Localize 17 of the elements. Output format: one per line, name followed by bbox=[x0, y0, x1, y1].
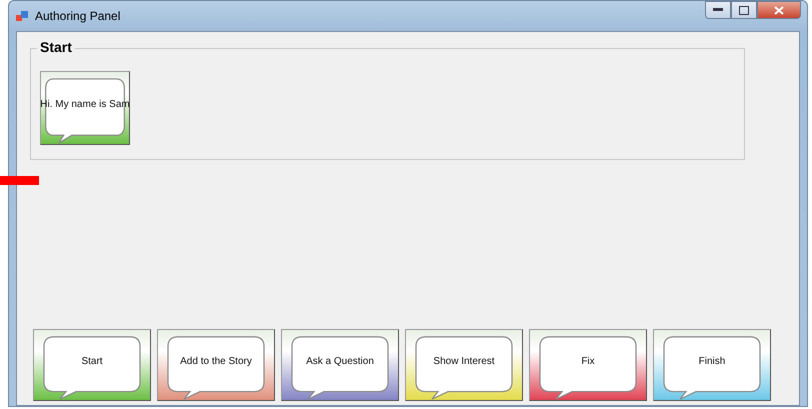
close-icon bbox=[774, 6, 784, 14]
marker-bar bbox=[0, 176, 39, 185]
minimize-icon bbox=[713, 8, 723, 12]
speech-button[interactable]: Fix bbox=[529, 329, 647, 401]
app-icon bbox=[15, 9, 29, 23]
speech-button[interactable]: Show Interest bbox=[405, 329, 523, 401]
maximize-button[interactable] bbox=[731, 1, 757, 19]
close-button[interactable] bbox=[757, 1, 801, 19]
speech-button[interactable]: Add to the Story bbox=[157, 329, 275, 401]
group-title: Start bbox=[37, 39, 75, 55]
window-title: Authoring Panel bbox=[35, 9, 120, 23]
speech-card[interactable]: Hi. My name is Sam bbox=[40, 71, 130, 145]
speech-button[interactable]: Start bbox=[33, 329, 151, 401]
minimize-button[interactable] bbox=[705, 1, 731, 19]
maximize-icon bbox=[739, 6, 749, 14]
speech-button[interactable]: Ask a Question bbox=[281, 329, 399, 401]
speech-button[interactable]: Finish bbox=[653, 329, 771, 401]
